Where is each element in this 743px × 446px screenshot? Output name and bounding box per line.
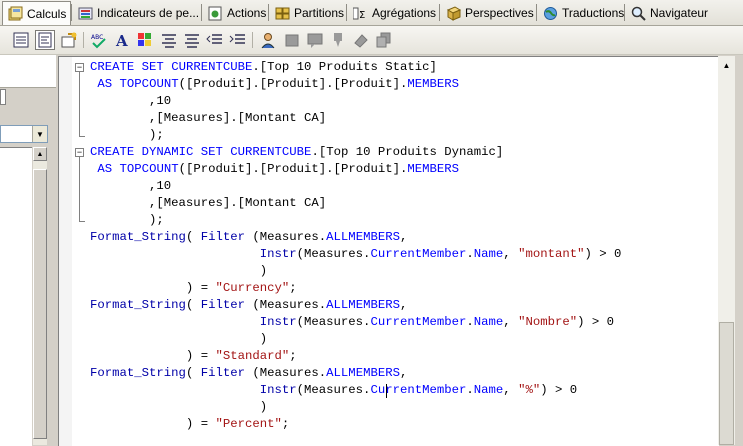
code-line[interactable]: ) = "Standard"; [90, 348, 297, 365]
color-icon[interactable] [136, 31, 154, 49]
window-edge [735, 56, 743, 445]
browser-icon [631, 6, 646, 21]
editor-vertical-scrollbar[interactable]: ▲ [718, 56, 735, 445]
tab-label: Partitions [294, 6, 345, 20]
form-view-icon[interactable] [12, 31, 30, 49]
calculation-organizer-pane: ▼ ▲ [0, 55, 56, 446]
code-line[interactable]: AS TOPCOUNT([Produit].[Produit].[Produit… [90, 161, 459, 178]
mdx-script-editor[interactable]: CREATE SET CURRENTCUBE.[Top 10 Produits … [58, 56, 719, 446]
text-caret [386, 384, 387, 398]
code-line[interactable]: ) [90, 263, 267, 280]
tab-kpi[interactable]: Indicateurs de pe... [73, 2, 199, 24]
new-calculated-member-icon[interactable] [60, 31, 78, 49]
code-line[interactable]: ); [90, 127, 164, 144]
chevron-down-icon[interactable]: ▼ [32, 126, 47, 142]
font-icon[interactable]: A [113, 31, 131, 49]
tab-label: Calculs [27, 6, 67, 21]
tab-label: Traductions [562, 6, 625, 20]
code-line[interactable]: ) = "Currency"; [90, 280, 297, 297]
tab-label: Actions [227, 6, 267, 20]
code-line[interactable]: ,10 [90, 93, 171, 110]
tab-label: Agrégations [372, 6, 437, 20]
code-line[interactable]: CREATE DYNAMIC SET CURRENTCUBE.[Top 10 P… [90, 144, 503, 161]
calculator-icon [8, 6, 23, 21]
perspectives-icon [446, 5, 461, 21]
metadata-tree[interactable] [0, 147, 32, 446]
script-toolbar: ABC A [0, 26, 743, 55]
svg-text:A: A [115, 32, 128, 49]
code-line[interactable]: CREATE SET CURRENTCUBE.[Top 10 Produits … [90, 59, 437, 76]
spell-check-icon[interactable]: ABC [90, 31, 108, 49]
code-line[interactable]: ,10 [90, 178, 171, 195]
editor-gutter [59, 57, 72, 446]
comment-icon[interactable] [306, 31, 324, 49]
code-line[interactable]: Format_String( Filter (Measures.ALLMEMBE… [90, 365, 407, 382]
fold-guide-end [79, 136, 85, 137]
outdent-icon[interactable] [206, 31, 224, 49]
fold-guide [79, 72, 80, 136]
tab-agregations[interactable]: Σ Agrégations [348, 2, 436, 24]
partitions-icon [275, 7, 290, 19]
tab-partitions[interactable]: Partitions [270, 2, 344, 24]
fold-guide-end [79, 221, 85, 222]
organizer-header [0, 55, 56, 88]
eraser-icon[interactable] [352, 31, 370, 49]
code-line[interactable]: AS TOPCOUNT([Produit].[Produit].[Produit… [90, 76, 459, 93]
actions-icon [208, 6, 222, 20]
copy-icon[interactable] [375, 31, 393, 49]
svg-text:ABC: ABC [91, 34, 103, 41]
code-line[interactable]: Format_String( Filter (Measures.ALLMEMBE… [90, 297, 407, 314]
scroll-up-icon[interactable]: ▲ [33, 147, 47, 161]
collapse-block-icon[interactable]: − [75, 63, 84, 72]
code-line[interactable]: Instr(Measures.CurrentMember.Name, "Nomb… [90, 314, 614, 331]
designer-tab-bar: Calculs Indicateurs de pe... Actions Par… [0, 0, 743, 26]
script-view-icon[interactable] [35, 30, 55, 50]
marker-icon[interactable] [329, 31, 347, 49]
calculation-tools-dropdown[interactable]: ▼ [0, 125, 48, 143]
scroll-up-icon[interactable]: ▲ [720, 59, 733, 72]
tab-perspectives[interactable]: Perspectives [441, 2, 534, 24]
code-line[interactable]: Format_String( Filter (Measures.ALLMEMBE… [90, 229, 407, 246]
align-center-icon[interactable] [183, 31, 201, 49]
code-line[interactable]: ,[Measures].[Montant CA] [90, 110, 326, 127]
code-line[interactable]: ); [90, 212, 164, 229]
code-line[interactable]: ,[Measures].[Montant CA] [90, 195, 326, 212]
svg-text:Σ: Σ [359, 10, 365, 21]
tab-traductions[interactable]: Traductions [538, 2, 624, 24]
code-line[interactable]: ) [90, 331, 267, 348]
code-line[interactable]: ) = "Percent"; [90, 416, 289, 433]
aggregations-icon: Σ [353, 7, 365, 21]
code-line[interactable]: Instr(Measures.CurrentMember.Name, "%") … [90, 382, 577, 399]
scroll-thumb[interactable] [719, 322, 734, 445]
tab-label: Navigateur [650, 6, 709, 20]
block-icon[interactable] [283, 31, 301, 49]
tab-navigateur[interactable]: Navigateur [626, 2, 708, 24]
code-line[interactable]: ) [90, 399, 267, 416]
fold-guide [79, 157, 80, 221]
user-icon[interactable] [260, 31, 278, 49]
code-line[interactable]: Instr(Measures.CurrentMember.Name, "mont… [90, 246, 622, 263]
tab-actions[interactable]: Actions [203, 2, 266, 24]
scroll-thumb[interactable] [33, 169, 47, 439]
organizer-tab[interactable] [0, 89, 6, 105]
metadata-scrollbar[interactable]: ▲ [33, 147, 47, 445]
tab-label: Perspectives [465, 6, 534, 20]
indent-icon[interactable] [229, 31, 247, 49]
translations-icon [544, 6, 557, 20]
collapse-block-icon[interactable]: − [75, 148, 84, 157]
tab-label: Indicateurs de pe... [97, 6, 200, 20]
kpi-icon [78, 7, 93, 19]
align-left-icon[interactable] [160, 31, 178, 49]
tab-calculs[interactable]: Calculs [2, 1, 71, 25]
